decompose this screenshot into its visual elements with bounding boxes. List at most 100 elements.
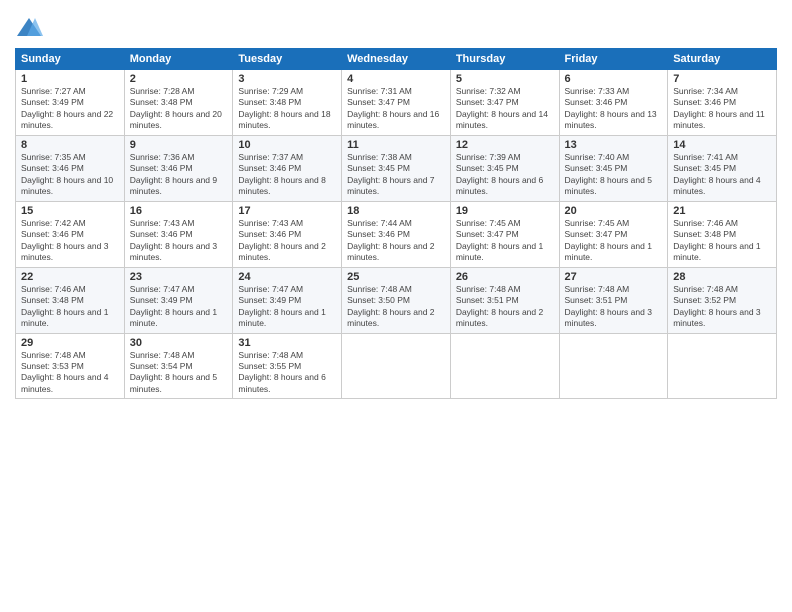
col-header-thursday: Thursday [450, 49, 559, 70]
day-cell: 5 Sunrise: 7:32 AMSunset: 3:47 PMDayligh… [450, 70, 559, 136]
day-info: Sunrise: 7:34 AMSunset: 3:46 PMDaylight:… [673, 86, 771, 132]
day-cell: 25 Sunrise: 7:48 AMSunset: 3:50 PMDaylig… [342, 267, 451, 333]
day-cell: 23 Sunrise: 7:47 AMSunset: 3:49 PMDaylig… [124, 267, 233, 333]
col-header-saturday: Saturday [668, 49, 777, 70]
day-info: Sunrise: 7:46 AMSunset: 3:48 PMDaylight:… [673, 218, 771, 264]
day-cell [342, 333, 451, 399]
day-cell: 14 Sunrise: 7:41 AMSunset: 3:45 PMDaylig… [668, 135, 777, 201]
day-cell: 27 Sunrise: 7:48 AMSunset: 3:51 PMDaylig… [559, 267, 668, 333]
day-cell: 7 Sunrise: 7:34 AMSunset: 3:46 PMDayligh… [668, 70, 777, 136]
day-cell: 4 Sunrise: 7:31 AMSunset: 3:47 PMDayligh… [342, 70, 451, 136]
day-info: Sunrise: 7:43 AMSunset: 3:46 PMDaylight:… [238, 218, 336, 264]
day-number: 27 [565, 271, 663, 283]
day-number: 7 [673, 73, 771, 85]
day-info: Sunrise: 7:48 AMSunset: 3:52 PMDaylight:… [673, 284, 771, 330]
day-cell: 1 Sunrise: 7:27 AMSunset: 3:49 PMDayligh… [16, 70, 125, 136]
day-number: 11 [347, 139, 445, 151]
day-cell: 17 Sunrise: 7:43 AMSunset: 3:46 PMDaylig… [233, 201, 342, 267]
week-row-1: 1 Sunrise: 7:27 AMSunset: 3:49 PMDayligh… [16, 70, 777, 136]
day-cell [668, 333, 777, 399]
day-number: 14 [673, 139, 771, 151]
day-info: Sunrise: 7:38 AMSunset: 3:45 PMDaylight:… [347, 152, 445, 198]
day-number: 23 [130, 271, 228, 283]
day-info: Sunrise: 7:36 AMSunset: 3:46 PMDaylight:… [130, 152, 228, 198]
day-cell: 21 Sunrise: 7:46 AMSunset: 3:48 PMDaylig… [668, 201, 777, 267]
day-info: Sunrise: 7:27 AMSunset: 3:49 PMDaylight:… [21, 86, 119, 132]
col-header-friday: Friday [559, 49, 668, 70]
col-header-tuesday: Tuesday [233, 49, 342, 70]
day-number: 3 [238, 73, 336, 85]
day-cell: 19 Sunrise: 7:45 AMSunset: 3:47 PMDaylig… [450, 201, 559, 267]
day-number: 28 [673, 271, 771, 283]
day-info: Sunrise: 7:48 AMSunset: 3:53 PMDaylight:… [21, 350, 119, 396]
day-cell: 16 Sunrise: 7:43 AMSunset: 3:46 PMDaylig… [124, 201, 233, 267]
day-info: Sunrise: 7:48 AMSunset: 3:55 PMDaylight:… [238, 350, 336, 396]
week-row-4: 22 Sunrise: 7:46 AMSunset: 3:48 PMDaylig… [16, 267, 777, 333]
day-number: 12 [456, 139, 554, 151]
calendar: SundayMondayTuesdayWednesdayThursdayFrid… [15, 48, 777, 399]
day-number: 1 [21, 73, 119, 85]
day-number: 2 [130, 73, 228, 85]
day-info: Sunrise: 7:48 AMSunset: 3:51 PMDaylight:… [565, 284, 663, 330]
week-row-2: 8 Sunrise: 7:35 AMSunset: 3:46 PMDayligh… [16, 135, 777, 201]
day-number: 25 [347, 271, 445, 283]
day-info: Sunrise: 7:32 AMSunset: 3:47 PMDaylight:… [456, 86, 554, 132]
day-number: 13 [565, 139, 663, 151]
day-info: Sunrise: 7:48 AMSunset: 3:51 PMDaylight:… [456, 284, 554, 330]
day-cell: 6 Sunrise: 7:33 AMSunset: 3:46 PMDayligh… [559, 70, 668, 136]
day-number: 31 [238, 337, 336, 349]
day-info: Sunrise: 7:39 AMSunset: 3:45 PMDaylight:… [456, 152, 554, 198]
day-info: Sunrise: 7:48 AMSunset: 3:54 PMDaylight:… [130, 350, 228, 396]
day-number: 9 [130, 139, 228, 151]
day-info: Sunrise: 7:47 AMSunset: 3:49 PMDaylight:… [238, 284, 336, 330]
day-info: Sunrise: 7:46 AMSunset: 3:48 PMDaylight:… [21, 284, 119, 330]
col-header-monday: Monday [124, 49, 233, 70]
logo-icon [15, 14, 43, 42]
day-number: 21 [673, 205, 771, 217]
day-info: Sunrise: 7:37 AMSunset: 3:46 PMDaylight:… [238, 152, 336, 198]
day-info: Sunrise: 7:48 AMSunset: 3:50 PMDaylight:… [347, 284, 445, 330]
day-cell: 8 Sunrise: 7:35 AMSunset: 3:46 PMDayligh… [16, 135, 125, 201]
day-number: 16 [130, 205, 228, 217]
day-cell: 12 Sunrise: 7:39 AMSunset: 3:45 PMDaylig… [450, 135, 559, 201]
day-info: Sunrise: 7:42 AMSunset: 3:46 PMDaylight:… [21, 218, 119, 264]
day-number: 26 [456, 271, 554, 283]
day-info: Sunrise: 7:33 AMSunset: 3:46 PMDaylight:… [565, 86, 663, 132]
day-cell [450, 333, 559, 399]
day-info: Sunrise: 7:44 AMSunset: 3:46 PMDaylight:… [347, 218, 445, 264]
day-cell: 2 Sunrise: 7:28 AMSunset: 3:48 PMDayligh… [124, 70, 233, 136]
day-number: 8 [21, 139, 119, 151]
logo [15, 14, 47, 42]
day-cell: 29 Sunrise: 7:48 AMSunset: 3:53 PMDaylig… [16, 333, 125, 399]
day-cell: 31 Sunrise: 7:48 AMSunset: 3:55 PMDaylig… [233, 333, 342, 399]
day-info: Sunrise: 7:45 AMSunset: 3:47 PMDaylight:… [565, 218, 663, 264]
day-cell: 13 Sunrise: 7:40 AMSunset: 3:45 PMDaylig… [559, 135, 668, 201]
day-number: 19 [456, 205, 554, 217]
day-number: 6 [565, 73, 663, 85]
day-number: 15 [21, 205, 119, 217]
day-cell: 11 Sunrise: 7:38 AMSunset: 3:45 PMDaylig… [342, 135, 451, 201]
day-cell: 28 Sunrise: 7:48 AMSunset: 3:52 PMDaylig… [668, 267, 777, 333]
day-cell: 30 Sunrise: 7:48 AMSunset: 3:54 PMDaylig… [124, 333, 233, 399]
day-cell: 24 Sunrise: 7:47 AMSunset: 3:49 PMDaylig… [233, 267, 342, 333]
day-cell [559, 333, 668, 399]
day-number: 29 [21, 337, 119, 349]
day-number: 10 [238, 139, 336, 151]
day-number: 5 [456, 73, 554, 85]
day-number: 30 [130, 337, 228, 349]
day-cell: 20 Sunrise: 7:45 AMSunset: 3:47 PMDaylig… [559, 201, 668, 267]
day-info: Sunrise: 7:45 AMSunset: 3:47 PMDaylight:… [456, 218, 554, 264]
day-cell: 10 Sunrise: 7:37 AMSunset: 3:46 PMDaylig… [233, 135, 342, 201]
day-number: 22 [21, 271, 119, 283]
day-number: 17 [238, 205, 336, 217]
day-number: 24 [238, 271, 336, 283]
day-cell: 22 Sunrise: 7:46 AMSunset: 3:48 PMDaylig… [16, 267, 125, 333]
day-info: Sunrise: 7:29 AMSunset: 3:48 PMDaylight:… [238, 86, 336, 132]
day-info: Sunrise: 7:41 AMSunset: 3:45 PMDaylight:… [673, 152, 771, 198]
day-number: 20 [565, 205, 663, 217]
day-number: 4 [347, 73, 445, 85]
day-cell: 3 Sunrise: 7:29 AMSunset: 3:48 PMDayligh… [233, 70, 342, 136]
page: SundayMondayTuesdayWednesdayThursdayFrid… [0, 0, 792, 612]
day-info: Sunrise: 7:31 AMSunset: 3:47 PMDaylight:… [347, 86, 445, 132]
header [15, 10, 777, 42]
